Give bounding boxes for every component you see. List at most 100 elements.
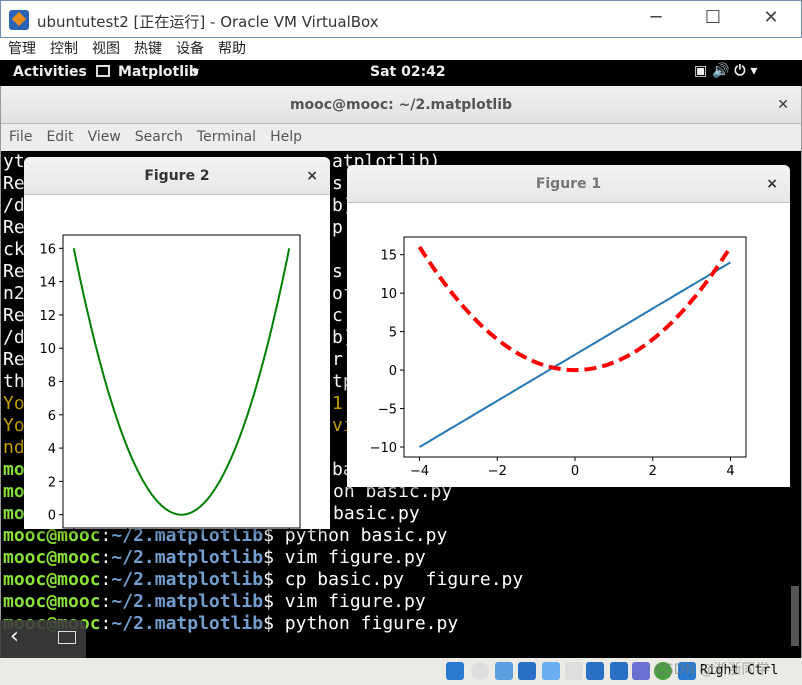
scrollbar[interactable] — [791, 586, 799, 646]
activities-button[interactable]: Activities — [13, 64, 87, 80]
close-button[interactable]: ✕ — [756, 7, 786, 28]
y-tick-label: 14 — [39, 276, 56, 291]
keyboard-icon[interactable] — [58, 631, 76, 644]
y-tick-label: 5 — [389, 326, 397, 341]
command: cp basic.py figure.py — [284, 569, 524, 590]
shared-folders-icon[interactable] — [565, 662, 583, 680]
terminal-titlebar: mooc@mooc: ~/2.matplotlib ✕ — [1, 86, 801, 124]
window-title: ubuntutest2 [正在运行] - Oracle VM VirtualBo… — [37, 13, 379, 31]
terminal-line: mo — [3, 459, 25, 480]
menu-view[interactable]: View — [88, 129, 121, 145]
prompt-path: ~/2.matplotlib — [111, 613, 264, 634]
menu-terminal[interactable]: Terminal — [197, 129, 256, 145]
menu-devices[interactable]: 设备 — [176, 41, 204, 57]
app-icon — [96, 65, 110, 77]
command: vim figure.py — [284, 547, 426, 568]
display-icon[interactable] — [586, 662, 604, 680]
terminal-line: /d — [3, 195, 25, 216]
prompt-path: ~/2.matplotlib — [111, 547, 264, 568]
y-tick-label: 6 — [48, 409, 56, 424]
figure-2-title: Figure 2 — [144, 168, 210, 184]
terminal-line-fragment: basic.py — [333, 503, 420, 524]
terminal-line: nd — [3, 437, 25, 458]
figure-1-title: Figure 1 — [535, 176, 602, 192]
optical-drive-icon[interactable] — [471, 662, 489, 680]
y-tick-label: 16 — [39, 242, 56, 257]
y-tick-label: 10 — [39, 342, 56, 357]
virtualization-icon[interactable] — [632, 662, 650, 680]
virtualbox-icon — [9, 10, 29, 30]
figure-1-window: Figure 1 × −4 −2 0 2 4 −10 −5 0 5 10 15 — [347, 165, 790, 487]
prompt-path: ~/2.matplotlib — [111, 569, 264, 590]
terminal-line-fragment: r — [332, 349, 343, 370]
maximize-button[interactable]: ☐ — [698, 7, 728, 28]
series-line — [72, 248, 291, 516]
y-tick-label: −5 — [378, 403, 397, 418]
axes-frame — [403, 236, 747, 458]
audio-icon[interactable] — [495, 662, 513, 680]
terminal-line: th — [3, 371, 25, 392]
window-titlebar: ubuntutest2 [正在运行] - Oracle VM VirtualBo… — [0, 0, 802, 38]
network-icon[interactable] — [518, 662, 536, 680]
menu-hotkeys[interactable]: 热键 — [134, 41, 162, 57]
y-tick-label: 15 — [380, 249, 397, 264]
terminal-command-line: mooc@mooc:~/2.matplotlib$ vim figure.py — [3, 591, 426, 612]
terminal-line: Re — [3, 305, 25, 326]
figure-2-close-icon[interactable]: × — [306, 157, 318, 195]
clock[interactable]: Sat 02:42 — [370, 64, 446, 80]
menu-help[interactable]: 帮助 — [218, 41, 246, 57]
series-line — [417, 245, 733, 373]
terminal-command-line: mooc@mooc:~/2.matplotlib$ vim figure.py — [3, 547, 426, 568]
terminal-line-fragment: c — [332, 305, 343, 326]
menu-file[interactable]: File — [9, 129, 32, 145]
app-menu[interactable]: Matplotlib — [118, 64, 199, 80]
vm-statusbar: Right Ctrl CSDN @浙浙同学 — [0, 658, 802, 685]
terminal-line: Re — [3, 173, 25, 194]
command: vim figure.py — [284, 591, 426, 612]
figure-1-close-icon[interactable]: × — [766, 165, 778, 203]
y-tick-label: 8 — [48, 376, 56, 391]
figure-2-titlebar: Figure 2 × — [24, 157, 330, 195]
x-tick-label: −4 — [410, 464, 429, 479]
menu-manage[interactable]: 管理 — [8, 41, 36, 57]
terminal-line: yt — [3, 151, 25, 172]
y-tick-label: 2 — [48, 475, 56, 490]
menu-help[interactable]: Help — [270, 129, 302, 145]
y-tick-label: −10 — [370, 441, 397, 456]
terminal-line: ck — [3, 239, 25, 260]
terminal-line: Yo — [3, 415, 25, 436]
terminal-line-fragment: p — [332, 217, 343, 238]
terminal-line: Re — [3, 261, 25, 282]
series-line — [419, 261, 731, 448]
y-tick-label: 4 — [48, 442, 56, 457]
menu-control[interactable]: 控制 — [50, 41, 78, 57]
menu-search[interactable]: Search — [135, 129, 183, 145]
terminal-title: mooc@mooc: ~/2.matplotlib — [289, 97, 513, 113]
menu-edit[interactable]: Edit — [46, 129, 73, 145]
terminal-line: Re — [3, 217, 25, 238]
figure-2-chart: −4−20240246810121416 — [39, 234, 301, 550]
minimize-button[interactable]: ─ — [641, 7, 671, 28]
menu-view[interactable]: 视图 — [92, 41, 120, 57]
back-arrow-icon[interactable]: ‹ — [10, 624, 19, 649]
terminal-line-fragment: s — [332, 261, 343, 282]
gnome-topbar: Activities Matplotlib ▾ Sat 02:42 ▣ 🔊 ⏻ … — [0, 60, 802, 86]
y-tick-label: 12 — [39, 309, 56, 324]
prompt-path: ~/2.matplotlib — [111, 591, 264, 612]
terminal-line: Yo — [3, 393, 25, 414]
hard-disk-icon[interactable] — [446, 662, 464, 680]
prompt-user: mooc@mooc — [3, 547, 101, 568]
terminal-close-icon[interactable]: ✕ — [777, 86, 789, 124]
y-tick-label: 0 — [48, 509, 56, 524]
x-tick-label: 0 — [571, 464, 579, 479]
video-capture-icon[interactable] — [610, 662, 628, 680]
axes-frame — [62, 234, 301, 529]
terminal-line-fragment: s — [332, 173, 343, 194]
terminal-menubar: File Edit View Search Terminal Help — [1, 124, 801, 151]
status-icons[interactable]: ▣ 🔊 ⏻ ▾ — [694, 63, 757, 79]
terminal-line: mo — [3, 503, 25, 524]
x-tick-label: −2 — [488, 464, 507, 479]
usb-icon[interactable] — [542, 662, 560, 680]
terminal-line: Re — [3, 349, 25, 370]
figure-1-titlebar: Figure 1 × — [347, 165, 790, 203]
